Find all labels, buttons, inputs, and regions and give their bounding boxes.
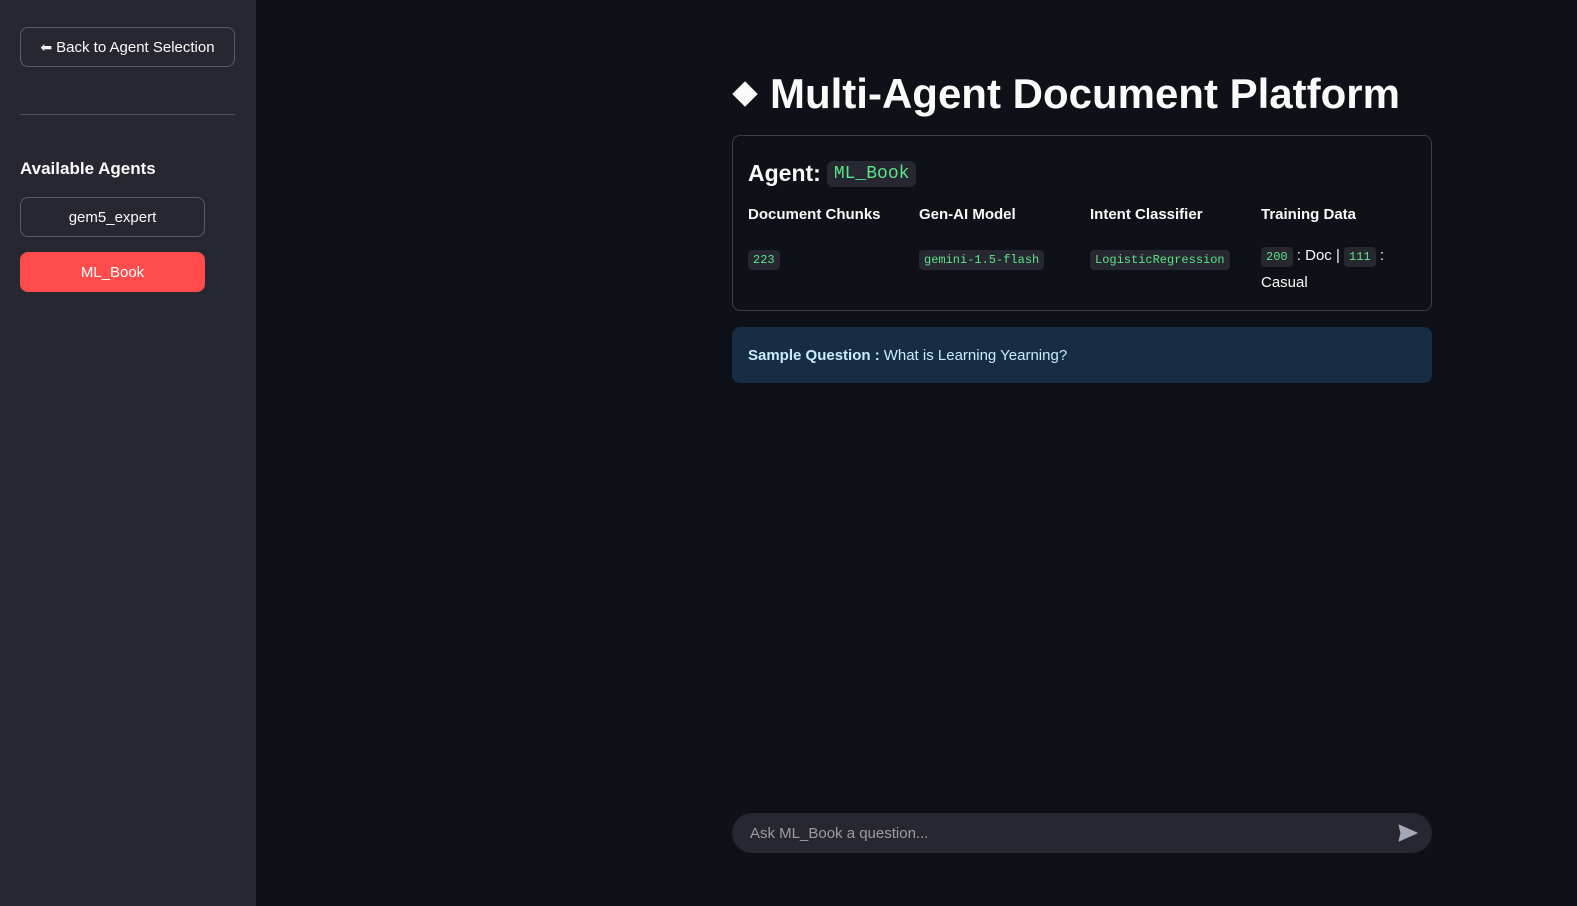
doc-count-code: 200 [1261, 247, 1293, 267]
page-title: Multi-Agent Document Platform [732, 70, 1400, 118]
chat-input[interactable] [748, 823, 1396, 843]
agent-label: Agent: [748, 160, 821, 186]
sidebar: ⬅ Back to Agent Selection Available Agen… [0, 0, 256, 906]
diamond-icon [732, 81, 758, 107]
metric-header: Document Chunks [748, 206, 881, 223]
send-icon [1398, 824, 1418, 842]
sidebar-divider [20, 114, 235, 115]
main-content: Multi-Agent Document Platform Agent: ML_… [256, 0, 1577, 906]
agent-button-ml-book[interactable]: ML_Book [20, 252, 205, 292]
chat-input-container [732, 813, 1432, 853]
agent-name-code: ML_Book [826, 160, 917, 187]
agent-line: Agent: ML_Book [748, 160, 917, 187]
metric-training-data: Training Data 200 : Doc | 111 : Casual [1261, 206, 1421, 295]
metric-document-chunks: Document Chunks 223 [748, 206, 918, 273]
available-agents-heading: Available Agents [20, 159, 156, 178]
back-arrow-icon: ⬅ [40, 38, 53, 55]
metric-header: Training Data [1261, 206, 1357, 223]
page-title-text: Multi-Agent Document Platform [770, 70, 1400, 117]
casual-count-code: 111 [1344, 247, 1376, 267]
metric-value: 223 [748, 250, 780, 270]
agent-button-gem5-expert[interactable]: gem5_expert [20, 197, 205, 237]
metric-header: Intent Classifier [1090, 206, 1203, 223]
back-to-agent-selection-button[interactable]: ⬅ Back to Agent Selection [20, 27, 235, 67]
metric-header: Gen-AI Model [919, 206, 1016, 223]
doc-text: : Doc | [1296, 247, 1340, 264]
agent-info-card: Agent: ML_Book Document Chunks 223 Gen-A… [732, 135, 1432, 311]
metric-value: gemini-1.5-flash [919, 250, 1045, 270]
sample-question-box: Sample Question : What is Learning Yearn… [732, 327, 1432, 383]
metric-intent-classifier: Intent Classifier LogisticRegression [1090, 206, 1260, 273]
back-button-label: Back to Agent Selection [56, 38, 215, 56]
send-button[interactable] [1396, 821, 1420, 845]
sample-question-text: What is Learning Yearning? [883, 346, 1068, 364]
metric-value: LogisticRegression [1090, 250, 1230, 270]
sample-question-label: Sample Question : [748, 346, 880, 364]
metric-gen-ai-model: Gen-AI Model gemini-1.5-flash [919, 206, 1089, 273]
